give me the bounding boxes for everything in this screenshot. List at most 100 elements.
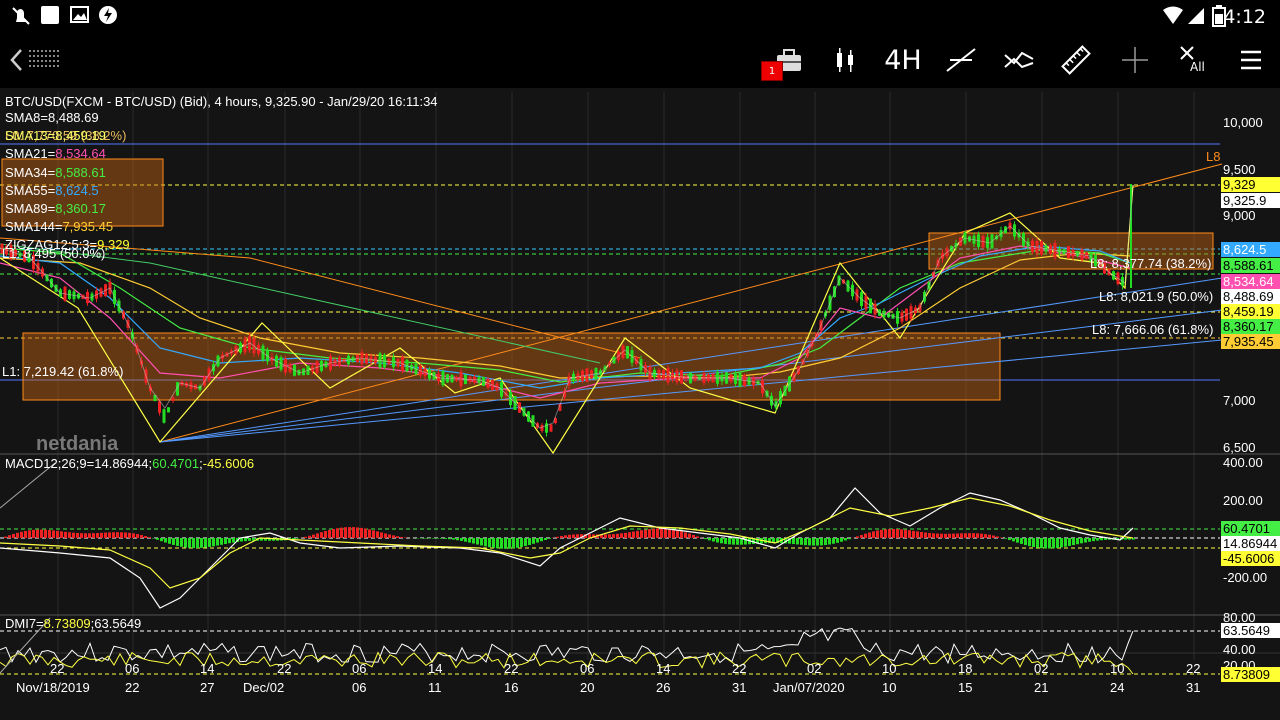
macd-hist-bar	[880, 529, 883, 538]
menu-button[interactable]	[1234, 32, 1268, 88]
macd-legend: MACD12;26;9=14.86944;60.4701;-45.6006	[5, 456, 254, 471]
macd-hist-bar	[344, 527, 347, 538]
macd-hist-bar	[56, 530, 59, 538]
macd-hist-bar	[908, 530, 911, 538]
macd-hist-bar	[992, 535, 995, 538]
macd-hist-bar	[608, 534, 611, 538]
image-icon	[70, 5, 90, 29]
sma-legend-item: SMA89=8,360.17	[5, 201, 106, 216]
crosshair-button[interactable]	[1118, 32, 1152, 88]
macd-hist-bar	[968, 533, 971, 538]
macd-hist-bar	[248, 538, 251, 541]
macd-hist-bar	[996, 536, 999, 538]
fib-l8-382-label: L8: 8,377.74 (38.2%)	[1090, 256, 1212, 271]
axis-value-tag: 8,488.69	[1221, 289, 1280, 304]
macd-hist-bar	[316, 533, 319, 538]
macd-legend-prefix: MACD12;26;9=	[5, 456, 95, 471]
axis-value-tag: 63.5649	[1221, 623, 1280, 638]
date-axis-day: 22	[732, 661, 747, 676]
macd-hist-bar	[872, 531, 875, 538]
candle-body	[171, 397, 175, 401]
chevron-left-icon	[10, 49, 22, 71]
signal-icon	[1186, 6, 1206, 30]
macd-hist-bar	[1020, 538, 1023, 544]
macd-hist-bar	[76, 532, 79, 538]
timeframe-button[interactable]: 4H	[880, 32, 926, 88]
sma-legend-item: SMA55=8,624.5	[5, 183, 99, 198]
macd-hist-bar	[804, 538, 807, 546]
sma-legend-value: 7,935.45	[62, 219, 114, 234]
candle-body	[167, 407, 170, 413]
macd-hist-bar	[536, 538, 539, 543]
macd-hist-bar	[792, 538, 795, 545]
macd-hist-bar	[952, 533, 955, 538]
macd-hist-bar	[244, 538, 247, 542]
price-axis-label: 9,500	[1223, 162, 1256, 177]
fib-l8-50-label: L8: 8,021.9 (50.0%)	[1099, 289, 1214, 304]
macd-hist-bar	[328, 529, 331, 538]
macd-hist-bar	[960, 533, 963, 538]
axis-value-tag: 8,459.19	[1221, 304, 1280, 319]
macd-hist-bar	[304, 536, 307, 538]
macd-hist-bar	[48, 530, 51, 538]
timeframe-label: 4H	[884, 44, 922, 76]
macd-hist-bar	[480, 538, 483, 546]
macd-hist-bar	[176, 538, 179, 546]
macd-hist-bar	[472, 538, 475, 544]
chart-type-button[interactable]	[830, 32, 860, 88]
macd-hist-bar	[1048, 538, 1051, 549]
macd-hist-bar	[900, 529, 903, 538]
macd-hist-bar	[308, 535, 311, 538]
macd-hist-bar	[1016, 538, 1019, 543]
measure-button[interactable]	[1058, 32, 1094, 88]
macd-signal-value: 60.4701	[152, 456, 200, 471]
macd-hist-bar	[712, 538, 715, 542]
macd-hist-bar	[956, 533, 959, 538]
macd-hist-bar	[352, 527, 355, 538]
macd-hist-bar	[180, 538, 183, 547]
macd-hist-bar	[184, 538, 187, 548]
macd-hist-bar	[160, 538, 163, 542]
indicators-button[interactable]	[1000, 32, 1038, 88]
macd-hist-bar	[868, 532, 871, 538]
indicator-lines-icon	[1004, 51, 1034, 69]
macd-hist-bar	[620, 533, 623, 538]
macd-hist-bar	[520, 538, 523, 547]
macd-hist-bar	[516, 538, 519, 548]
macd-hist-bar	[44, 529, 47, 538]
date-axis-day: 14	[200, 661, 215, 676]
chart-canvas[interactable]	[0, 88, 1280, 720]
sma-legend-item: SMA34=8,588.61	[5, 165, 106, 180]
macd-hist-bar	[156, 538, 159, 540]
macd-hist-bar	[564, 535, 567, 538]
macd-hist-bar	[400, 536, 403, 538]
macd-hist-bar	[124, 532, 127, 538]
macd-hist-bar	[1024, 538, 1027, 546]
macd-hist-bar	[428, 538, 431, 539]
macd-hist-bar	[140, 534, 143, 538]
axis-value-tag: 8,360.17	[1221, 319, 1280, 334]
macd-hist-bar	[920, 531, 923, 538]
macd-hist-bar	[1028, 538, 1031, 547]
chart-area[interactable]: BTC/USD(FXCM - BTC/USD) (Bid), 4 hours, …	[0, 88, 1280, 720]
macd-hist-bar	[848, 538, 851, 540]
macd-hist-bar	[1004, 538, 1007, 539]
date-axis-day: 22	[504, 661, 519, 676]
macd-hist-bar	[368, 529, 371, 538]
macd-hist-bar	[212, 538, 215, 547]
macd-hist-bar	[52, 530, 55, 538]
status-bar: 4:12	[0, 0, 1280, 32]
macd-hist-bar	[1012, 538, 1015, 542]
back-button[interactable]	[4, 32, 28, 88]
macd-hist-bar	[464, 538, 467, 542]
macd-hist-bar	[860, 534, 863, 538]
macd-hist-bar	[332, 529, 335, 538]
macd-hist-bar	[1044, 538, 1047, 549]
sma-legend-value: 8,360.17	[55, 201, 106, 216]
macd-hist-bar	[36, 529, 39, 538]
macd-hist-bar	[148, 537, 151, 538]
trendline-button[interactable]	[942, 32, 980, 88]
macd-hist-bar	[676, 530, 679, 538]
grid-logo-icon	[29, 50, 59, 67]
macd-hist-bar	[1124, 538, 1127, 540]
